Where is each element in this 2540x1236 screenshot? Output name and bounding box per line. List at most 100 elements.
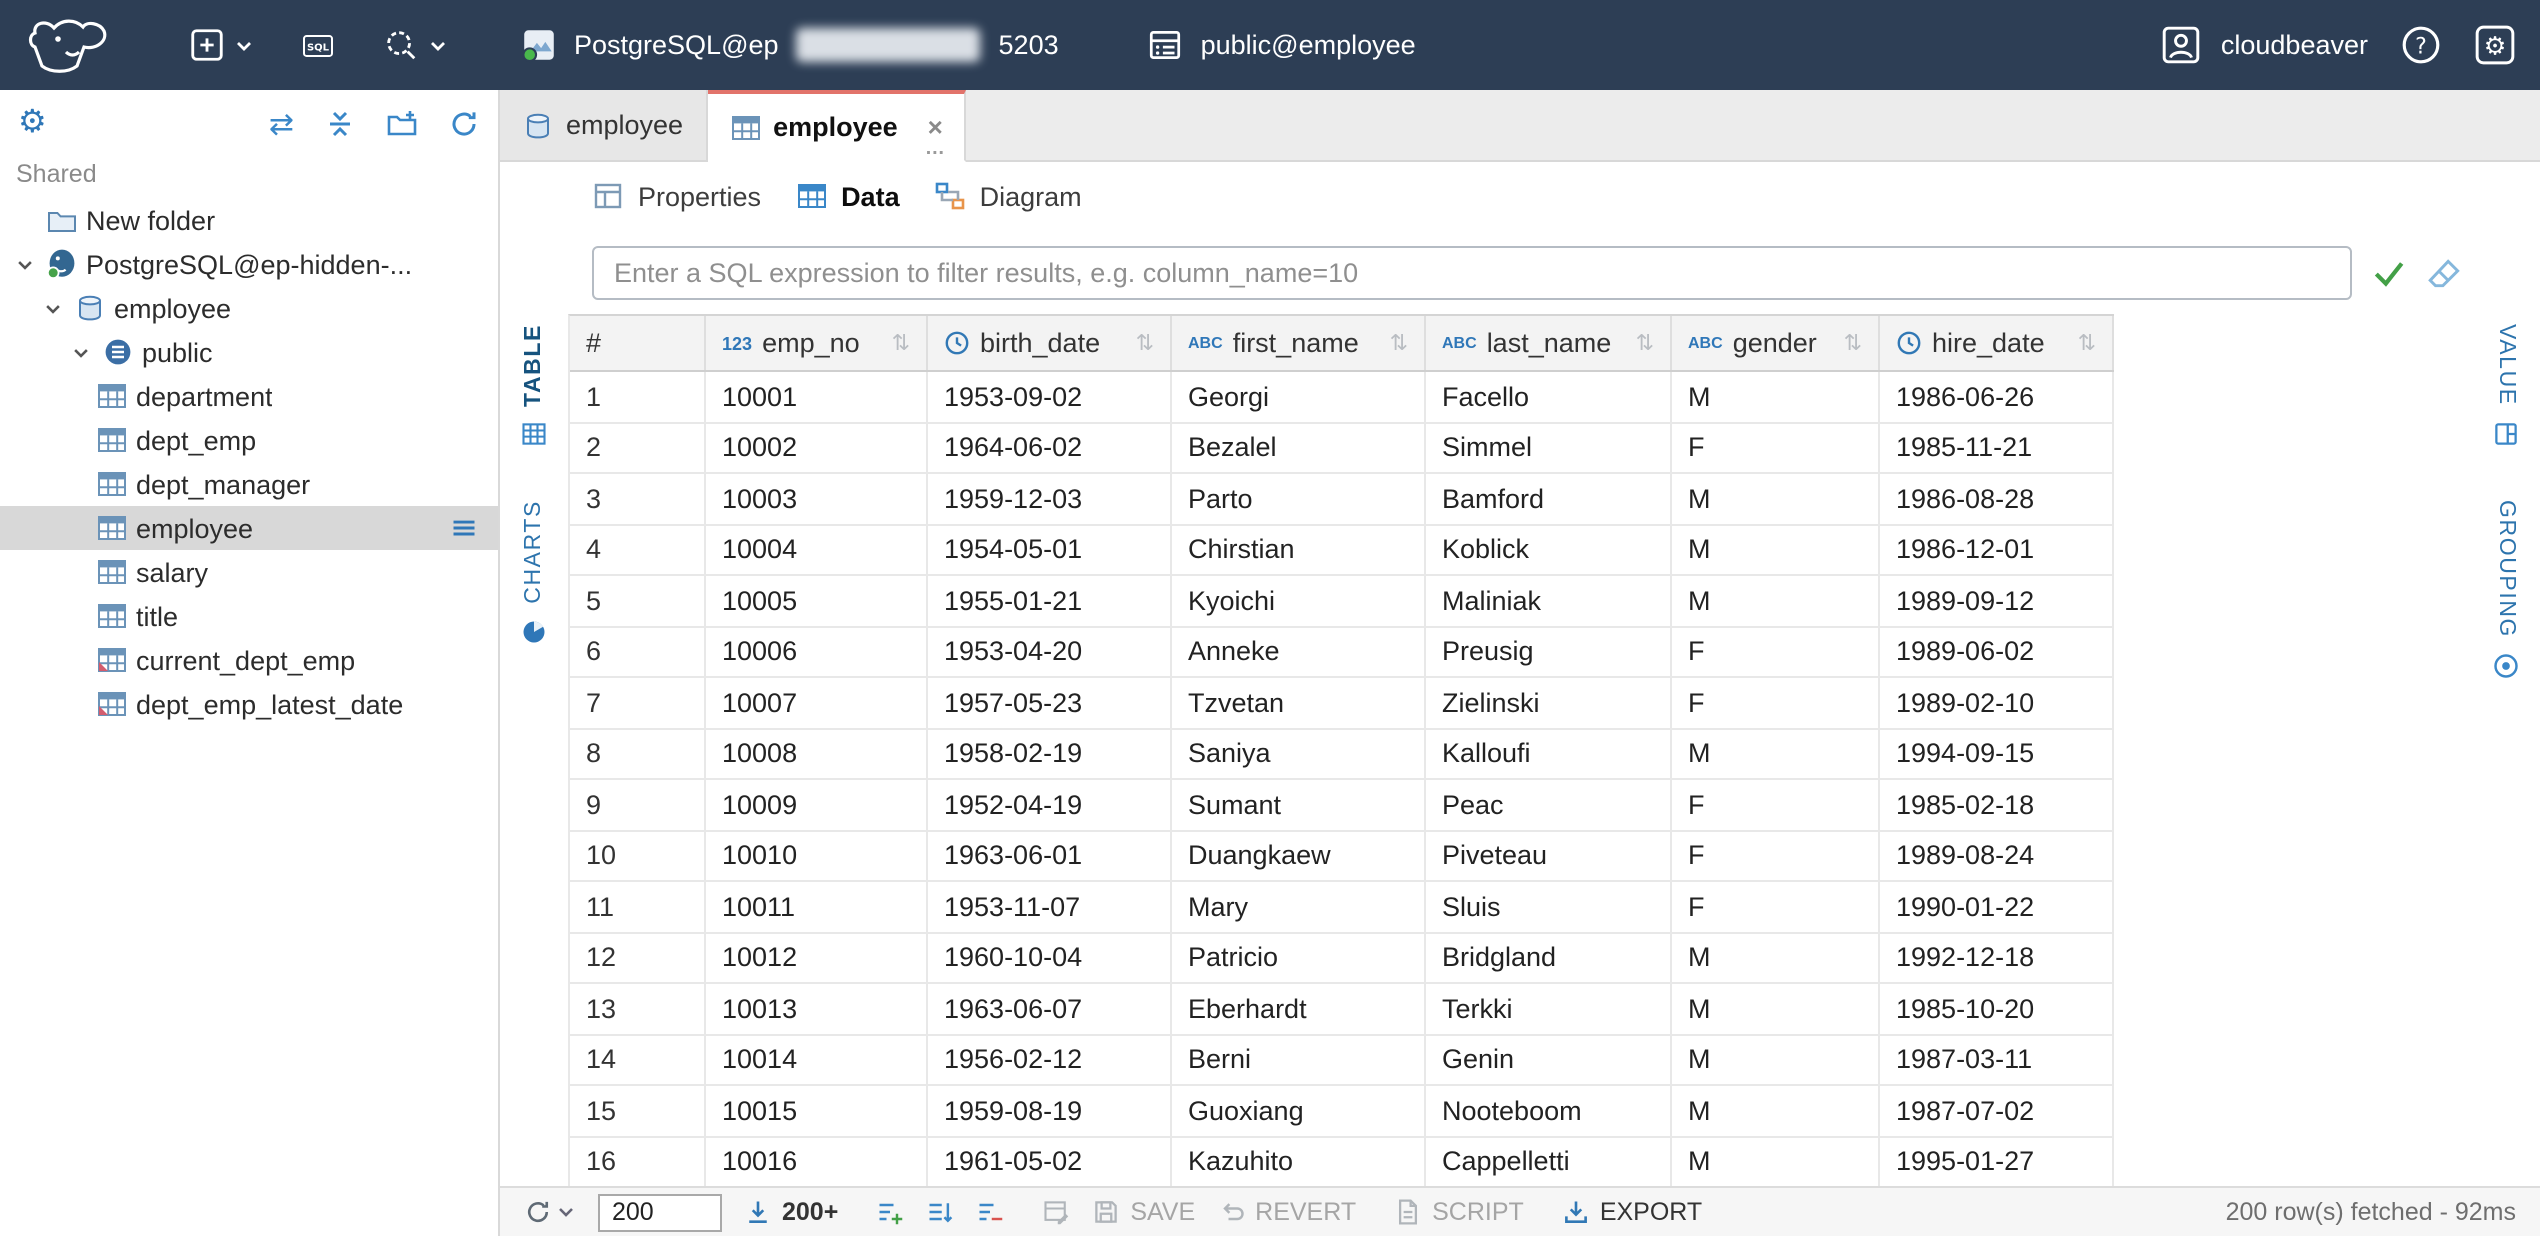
- presentation-charts[interactable]: CHARTS: [520, 501, 548, 647]
- tree-item-new-folder[interactable]: New folder: [0, 198, 498, 242]
- cell-last_name[interactable]: Genin: [1426, 1035, 1672, 1084]
- cell-last_name[interactable]: Piveteau: [1426, 831, 1672, 880]
- sidebar-settings-icon[interactable]: ⚙: [18, 108, 47, 140]
- cell-birth_date[interactable]: 1955-01-21: [928, 576, 1172, 625]
- cell-first_name[interactable]: Duangkaew: [1172, 831, 1426, 880]
- tree-item-dept-emp-latest-date[interactable]: dept_emp_latest_date: [0, 682, 498, 726]
- cell-hire_date[interactable]: 1994-09-15: [1880, 729, 2114, 778]
- cell-birth_date[interactable]: 1953-04-20: [928, 627, 1172, 676]
- cell-gender[interactable]: M: [1672, 1035, 1880, 1084]
- cell-gender[interactable]: M: [1672, 576, 1880, 625]
- cell-gender[interactable]: F: [1672, 423, 1880, 472]
- cell-gender[interactable]: F: [1672, 831, 1880, 880]
- cell-hire_date[interactable]: 1985-02-18: [1880, 780, 2114, 829]
- cell-gender[interactable]: M: [1672, 1086, 1880, 1135]
- cloudbeaver-logo-icon[interactable]: [24, 14, 120, 76]
- cell-emp_no[interactable]: 10014: [706, 1035, 928, 1084]
- tree-item-current-dept-emp[interactable]: current_dept_emp: [0, 638, 498, 682]
- cell-emp_no[interactable]: 10010: [706, 831, 928, 880]
- help-icon[interactable]: ?: [2400, 24, 2442, 66]
- row-number[interactable]: 1: [570, 372, 706, 421]
- tree-item-dept-manager[interactable]: dept_manager: [0, 462, 498, 506]
- tab-close-icon[interactable]: ×: [928, 114, 943, 140]
- column-header-last_name[interactable]: ABClast_name⇅: [1426, 316, 1672, 370]
- cell-birth_date[interactable]: 1961-05-02: [928, 1137, 1172, 1186]
- row-number[interactable]: 12: [570, 933, 706, 982]
- cell-gender[interactable]: F: [1672, 882, 1880, 931]
- cell-birth_date[interactable]: 1963-06-07: [928, 984, 1172, 1033]
- cell-first_name[interactable]: Bezalel: [1172, 423, 1426, 472]
- user-menu-button[interactable]: cloudbeaver: [2161, 24, 2368, 66]
- cell-first_name[interactable]: Anneke: [1172, 627, 1426, 676]
- presentation-table[interactable]: TABLE: [520, 324, 548, 449]
- column-header-gender[interactable]: ABCgender⇅: [1672, 316, 1880, 370]
- cell-emp_no[interactable]: 10005: [706, 576, 928, 625]
- row-number[interactable]: 13: [570, 984, 706, 1033]
- cell-hire_date[interactable]: 1987-07-02: [1880, 1086, 2114, 1135]
- cell-last_name[interactable]: Bridgland: [1426, 933, 1672, 982]
- subtab-diagram[interactable]: Diagram: [934, 180, 1082, 212]
- row-number[interactable]: 16: [570, 1137, 706, 1186]
- cell-emp_no[interactable]: 10004: [706, 525, 928, 574]
- cell-birth_date[interactable]: 1959-12-03: [928, 474, 1172, 523]
- cell-emp_no[interactable]: 10001: [706, 372, 928, 421]
- cell-emp_no[interactable]: 10016: [706, 1137, 928, 1186]
- cell-last_name[interactable]: Sluis: [1426, 882, 1672, 931]
- cell-emp_no[interactable]: 10015: [706, 1086, 928, 1135]
- remove-filter-button[interactable]: [976, 1198, 1004, 1226]
- expand-chevron-icon[interactable]: [68, 341, 94, 363]
- refresh-results-button[interactable]: [524, 1198, 576, 1226]
- fetch-size-input[interactable]: [598, 1193, 722, 1231]
- cell-birth_date[interactable]: 1957-05-23: [928, 678, 1172, 727]
- cell-gender[interactable]: F: [1672, 780, 1880, 829]
- tab-employee[interactable]: employee×…: [707, 90, 967, 162]
- sort-icon[interactable]: ⇅: [1636, 330, 1654, 356]
- cell-first_name[interactable]: Berni: [1172, 1035, 1426, 1084]
- cell-birth_date[interactable]: 1963-06-01: [928, 831, 1172, 880]
- column-header-birth_date[interactable]: birth_date⇅: [928, 316, 1172, 370]
- row-number[interactable]: 10: [570, 831, 706, 880]
- cell-hire_date[interactable]: 1986-06-26: [1880, 372, 2114, 421]
- row-number[interactable]: 7: [570, 678, 706, 727]
- sort-icon[interactable]: ⇅: [1844, 330, 1862, 356]
- cell-hire_date[interactable]: 1989-02-10: [1880, 678, 2114, 727]
- cell-first_name[interactable]: Mary: [1172, 882, 1426, 931]
- cell-last_name[interactable]: Kalloufi: [1426, 729, 1672, 778]
- cell-last_name[interactable]: Nooteboom: [1426, 1086, 1672, 1135]
- subtab-properties[interactable]: Properties: [592, 180, 761, 212]
- cell-birth_date[interactable]: 1952-04-19: [928, 780, 1172, 829]
- tree-item-employee[interactable]: employee: [0, 286, 498, 330]
- cell-hire_date[interactable]: 1992-12-18: [1880, 933, 2114, 982]
- cell-first_name[interactable]: Guoxiang: [1172, 1086, 1426, 1135]
- sql-filter-input[interactable]: [592, 245, 2352, 299]
- row-number[interactable]: 11: [570, 882, 706, 931]
- cell-last_name[interactable]: Facello: [1426, 372, 1672, 421]
- cell-birth_date[interactable]: 1958-02-19: [928, 729, 1172, 778]
- expand-chevron-icon[interactable]: [12, 253, 38, 275]
- cell-emp_no[interactable]: 10006: [706, 627, 928, 676]
- schema-selector[interactable]: public@employee: [1135, 18, 1428, 72]
- sort-icon[interactable]: ⇅: [1136, 330, 1154, 356]
- row-number[interactable]: 6: [570, 627, 706, 676]
- cell-gender[interactable]: M: [1672, 474, 1880, 523]
- column-header-first_name[interactable]: ABCfirst_name⇅: [1172, 316, 1426, 370]
- connection-selector[interactable]: PostgreSQL@ep 5203: [508, 18, 1071, 72]
- cell-emp_no[interactable]: 10011: [706, 882, 928, 931]
- cell-emp_no[interactable]: 10009: [706, 780, 928, 829]
- row-number[interactable]: 2: [570, 423, 706, 472]
- cell-last_name[interactable]: Terkki: [1426, 984, 1672, 1033]
- cell-emp_no[interactable]: 10002: [706, 423, 928, 472]
- cell-last_name[interactable]: Koblick: [1426, 525, 1672, 574]
- cell-birth_date[interactable]: 1959-08-19: [928, 1086, 1172, 1135]
- tree-item-department[interactable]: department: [0, 374, 498, 418]
- cell-birth_date[interactable]: 1956-02-12: [928, 1035, 1172, 1084]
- cell-last_name[interactable]: Peac: [1426, 780, 1672, 829]
- cell-hire_date[interactable]: 1985-11-21: [1880, 423, 2114, 472]
- sql-editor-button[interactable]: SQL: [294, 21, 342, 69]
- item-menu-icon[interactable]: [450, 514, 478, 542]
- cell-hire_date[interactable]: 1989-08-24: [1880, 831, 2114, 880]
- settings-gear-icon[interactable]: ⚙: [2474, 24, 2516, 66]
- tree-item-salary[interactable]: salary: [0, 550, 498, 594]
- cell-gender[interactable]: F: [1672, 678, 1880, 727]
- cell-birth_date[interactable]: 1960-10-04: [928, 933, 1172, 982]
